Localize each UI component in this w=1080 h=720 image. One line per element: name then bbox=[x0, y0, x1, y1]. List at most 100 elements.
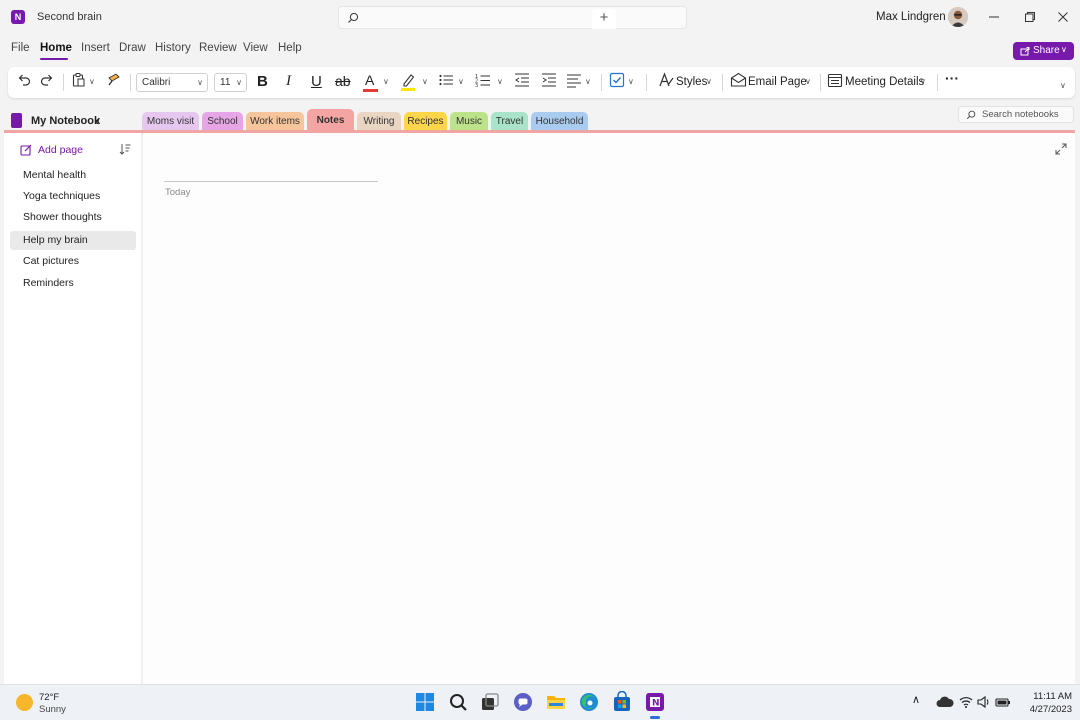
align-button[interactable] bbox=[566, 72, 582, 93]
share-button[interactable]: Share ∨ bbox=[1013, 42, 1074, 60]
menu-file[interactable]: File bbox=[11, 42, 30, 54]
font-color-letter: A bbox=[365, 72, 375, 88]
chevron-down-icon[interactable]: ∨ bbox=[89, 77, 95, 86]
file-explorer-icon bbox=[547, 696, 565, 709]
notebook-icon bbox=[11, 113, 22, 128]
notebook-name[interactable]: My Notebook bbox=[31, 115, 100, 127]
menu-review[interactable]: Review bbox=[199, 42, 237, 54]
menu-draw[interactable]: Draw bbox=[119, 42, 146, 54]
wifi-icon[interactable] bbox=[959, 695, 973, 709]
page-item-reminders[interactable]: Reminders bbox=[10, 274, 136, 293]
chevron-down-icon[interactable]: ∨ bbox=[458, 77, 464, 86]
page-item-shower-thoughts[interactable]: Shower thoughts bbox=[10, 208, 136, 227]
styles-button[interactable]: Styles bbox=[676, 76, 707, 88]
font-name-dropdown[interactable]: Calibri ∨ bbox=[136, 73, 208, 92]
meeting-details-button[interactable]: Meeting Details bbox=[845, 76, 924, 88]
underline-button[interactable]: U bbox=[311, 73, 322, 90]
chevron-down-icon[interactable]: ∨ bbox=[805, 77, 811, 86]
task-view-button[interactable] bbox=[479, 691, 501, 713]
start-button[interactable] bbox=[414, 691, 436, 713]
taskbar-search-button[interactable] bbox=[447, 691, 469, 713]
page-canvas[interactable]: Today bbox=[143, 133, 1075, 684]
menu-history[interactable]: History bbox=[155, 42, 191, 54]
weather-condition[interactable]: Sunny bbox=[39, 704, 66, 715]
checkbox-tag-icon bbox=[609, 72, 625, 88]
styles-icon bbox=[659, 72, 674, 87]
chevron-down-icon[interactable]: ∨ bbox=[920, 77, 926, 86]
teams-chat-button[interactable] bbox=[512, 691, 534, 713]
outdent-icon bbox=[515, 73, 529, 87]
onenote-app-icon: N bbox=[11, 10, 25, 24]
edge-button[interactable] bbox=[578, 691, 600, 713]
ribbon-collapse-icon[interactable]: ∨ bbox=[1060, 81, 1066, 90]
decrease-indent-button[interactable] bbox=[514, 72, 530, 93]
bullets-button[interactable] bbox=[438, 72, 454, 93]
chevron-down-icon[interactable]: ∨ bbox=[497, 77, 503, 86]
sun-icon[interactable] bbox=[16, 694, 33, 711]
email-page-button[interactable]: Email Page bbox=[748, 76, 807, 88]
chevron-down-icon[interactable]: ∨ bbox=[628, 77, 634, 86]
svg-text:N: N bbox=[652, 699, 660, 709]
font-name-value: Calibri bbox=[142, 77, 171, 88]
page-item-cat-pictures[interactable]: Cat pictures bbox=[10, 252, 136, 271]
menu-insert[interactable]: Insert bbox=[81, 42, 110, 54]
redo-icon bbox=[40, 74, 53, 86]
add-section-button[interactable]: + bbox=[592, 9, 616, 29]
title-search-box[interactable] bbox=[338, 6, 687, 29]
font-size-dropdown[interactable]: 11 ∨ bbox=[214, 73, 247, 92]
bold-button[interactable]: B bbox=[257, 73, 268, 90]
menu-view[interactable]: View bbox=[243, 42, 268, 54]
chevron-down-icon[interactable]: ∨ bbox=[94, 116, 101, 127]
page-item-yoga-techniques[interactable]: Yoga techniques bbox=[10, 187, 136, 206]
edge-icon bbox=[580, 693, 598, 711]
ribbon-divider bbox=[646, 74, 647, 91]
share-icon bbox=[1020, 47, 1030, 56]
chevron-down-icon[interactable]: ∨ bbox=[585, 77, 591, 86]
page-item-help-my-brain[interactable]: Help my brain bbox=[10, 231, 136, 250]
undo-button[interactable] bbox=[16, 72, 32, 93]
battery-icon[interactable] bbox=[995, 695, 1011, 709]
share-label: Share bbox=[1033, 45, 1060, 56]
highlight-button[interactable] bbox=[400, 72, 416, 93]
show-hidden-icons-chevron-up-icon[interactable]: ∧ bbox=[912, 693, 920, 706]
volume-icon[interactable] bbox=[977, 695, 991, 709]
close-window-button[interactable] bbox=[1049, 6, 1077, 28]
menu-home[interactable]: Home bbox=[40, 42, 72, 54]
ribbon-divider bbox=[130, 74, 131, 91]
chevron-down-icon[interactable]: ∨ bbox=[383, 77, 389, 86]
avatar[interactable] bbox=[948, 7, 968, 27]
onenote-taskbar-button[interactable]: N bbox=[644, 691, 666, 719]
restore-button[interactable] bbox=[1016, 6, 1044, 28]
page-title-field[interactable] bbox=[164, 181, 378, 182]
expand-icon[interactable] bbox=[1055, 143, 1067, 155]
store-button[interactable] bbox=[611, 690, 633, 713]
chevron-down-icon[interactable]: ∨ bbox=[706, 77, 712, 86]
page-list-pane: Add page Mental health Yoga techniques S… bbox=[4, 133, 142, 684]
to-do-tag-button[interactable] bbox=[609, 72, 625, 93]
page-item-mental-health[interactable]: Mental health bbox=[10, 166, 136, 185]
format-painter-icon bbox=[108, 73, 120, 86]
more-options-button[interactable]: ··· bbox=[945, 70, 959, 86]
strikethrough-button[interactable]: ab bbox=[335, 73, 351, 89]
clock-time[interactable]: 11:11 AM bbox=[1022, 691, 1072, 702]
weather-temperature[interactable]: 72°F bbox=[39, 692, 59, 703]
meeting-icon-wrap[interactable] bbox=[827, 72, 843, 93]
paste-button[interactable] bbox=[71, 72, 87, 93]
onedrive-cloud-icon[interactable] bbox=[936, 695, 954, 709]
chevron-down-icon[interactable]: ∨ bbox=[422, 77, 428, 86]
minimize-button[interactable] bbox=[980, 6, 1008, 28]
search-notebooks-input[interactable]: Search notebooks bbox=[958, 106, 1074, 123]
font-color-button[interactable]: A bbox=[362, 72, 380, 93]
file-explorer-button[interactable] bbox=[545, 691, 567, 713]
format-painter-button[interactable] bbox=[106, 72, 122, 93]
italic-button[interactable]: I bbox=[286, 73, 291, 90]
increase-indent-button[interactable] bbox=[541, 72, 557, 93]
styles-icon-wrap[interactable] bbox=[658, 72, 674, 93]
user-name[interactable]: Max Lindgren bbox=[876, 11, 946, 23]
sort-icon[interactable] bbox=[119, 143, 131, 155]
menu-help[interactable]: Help bbox=[278, 42, 302, 54]
clock-date[interactable]: 4/27/2023 bbox=[1022, 704, 1072, 715]
numbering-button[interactable]: 123 bbox=[475, 72, 491, 93]
redo-button[interactable] bbox=[39, 72, 55, 93]
email-icon-wrap[interactable] bbox=[730, 72, 747, 93]
